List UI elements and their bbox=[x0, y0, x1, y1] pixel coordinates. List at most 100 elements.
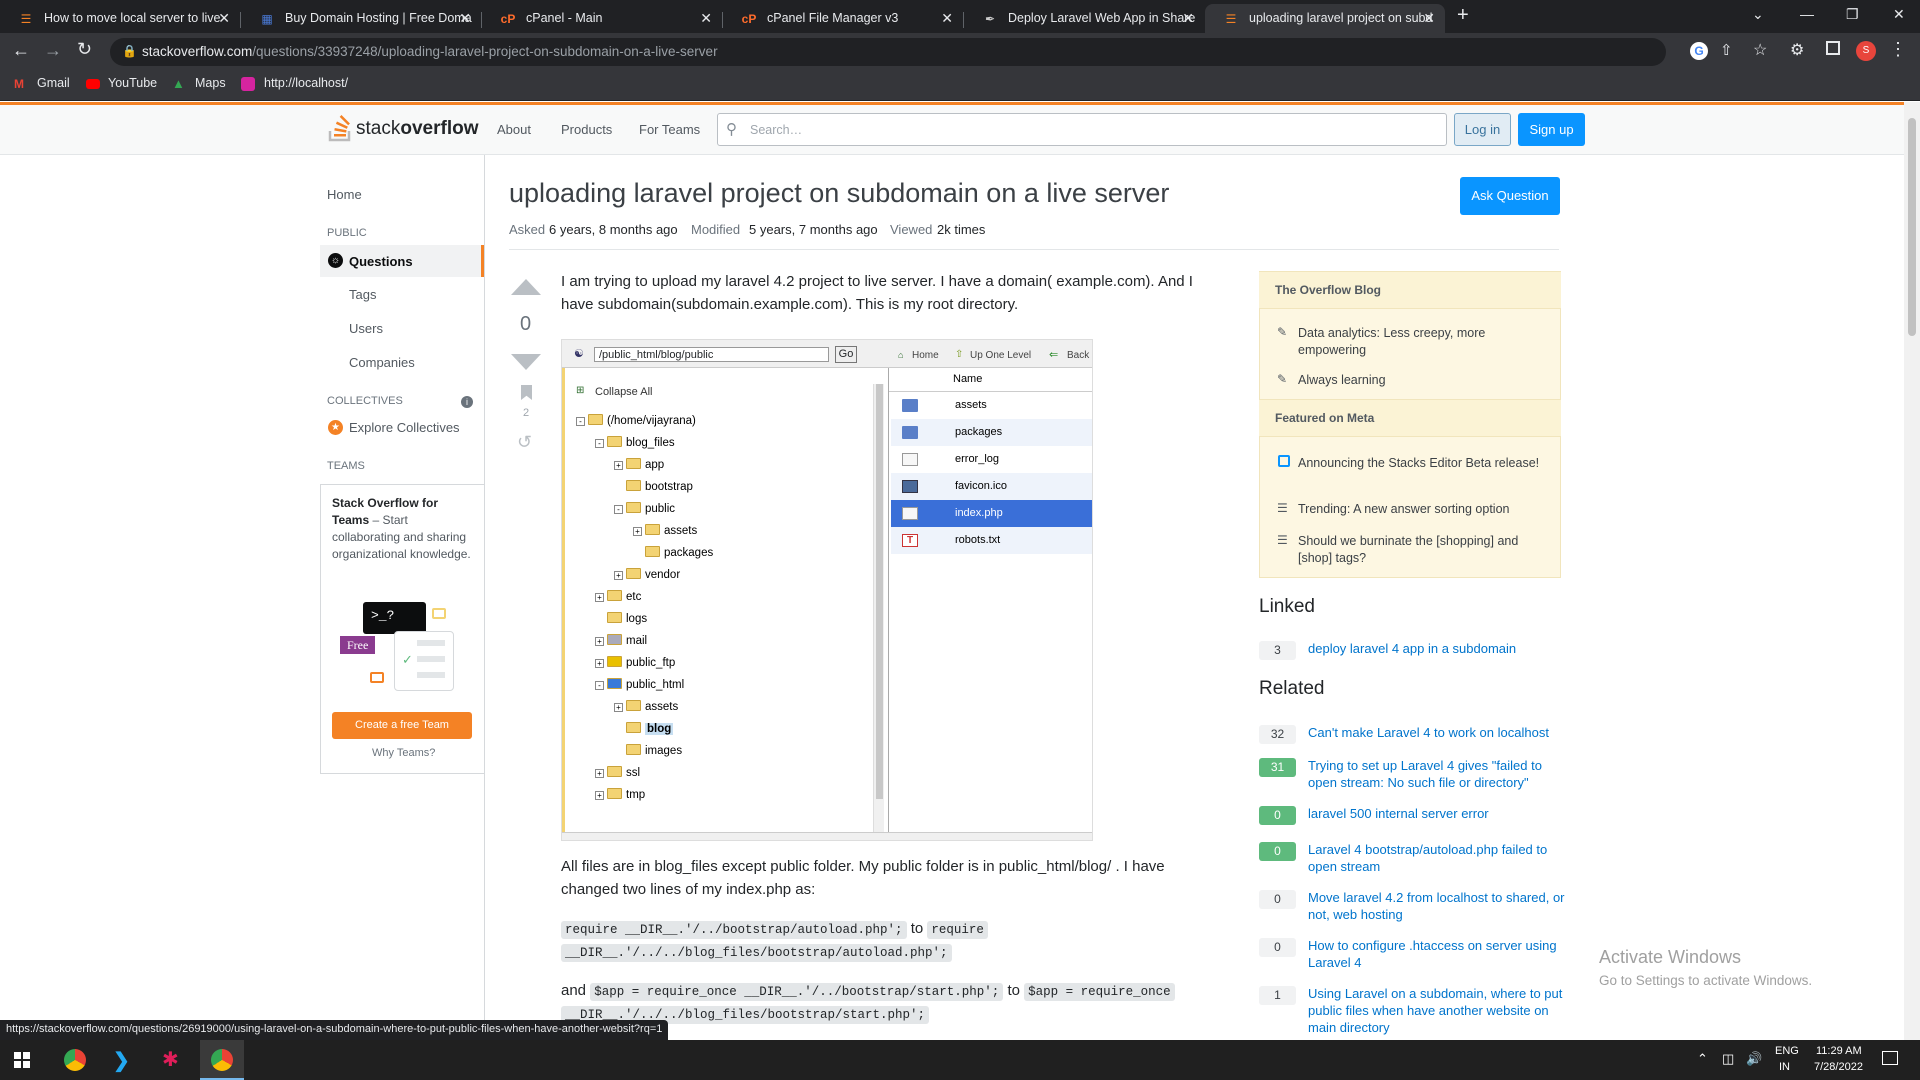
ask-question-button[interactable]: Ask Question bbox=[1460, 177, 1560, 215]
fm-tree-item[interactable]: + assets bbox=[633, 524, 697, 537]
bookmark-maps[interactable]: Maps bbox=[195, 76, 226, 90]
meta-item[interactable]: Should we burninate the [shopping] and [… bbox=[1298, 533, 1553, 567]
chrome-active-task[interactable] bbox=[200, 1040, 244, 1080]
login-button[interactable]: Log in bbox=[1454, 113, 1511, 146]
vscode-icon[interactable]: ❯ bbox=[113, 1048, 130, 1073]
fm-file-row[interactable]: packages bbox=[891, 419, 1092, 446]
browser-tab[interactable]: ✒ Deploy Laravel Web App in Share ✕ bbox=[964, 4, 1204, 33]
nav-home[interactable]: Home bbox=[327, 187, 362, 202]
close-icon[interactable]: ✕ bbox=[941, 10, 953, 27]
fm-scroll-thumb[interactable] bbox=[876, 384, 883, 799]
nav-companies[interactable]: Companies bbox=[349, 355, 415, 370]
nav-users[interactable]: Users bbox=[349, 321, 383, 336]
nav-questions[interactable]: ☼ Questions bbox=[320, 245, 484, 277]
fm-tree-item[interactable]: + mail bbox=[595, 634, 647, 647]
fm-expand-toggle[interactable]: - bbox=[576, 417, 585, 426]
fm-collapse-all[interactable]: Collapse All bbox=[595, 386, 652, 398]
fm-file-row[interactable]: assets bbox=[891, 392, 1092, 419]
meta-item[interactable]: Trending: A new answer sorting option bbox=[1298, 501, 1553, 518]
fm-file-row[interactable]: error_log bbox=[891, 446, 1092, 473]
fm-tree-item[interactable]: + etc bbox=[595, 590, 641, 603]
fm-expand-toggle[interactable]: + bbox=[633, 527, 642, 536]
page-scrollbar[interactable] bbox=[1904, 102, 1920, 1040]
new-tab-button[interactable]: + bbox=[1457, 4, 1469, 27]
upvote-icon[interactable] bbox=[511, 279, 541, 295]
fm-expand-toggle[interactable]: + bbox=[595, 769, 604, 778]
why-teams-link[interactable]: Why Teams? bbox=[372, 747, 435, 759]
share-icon[interactable]: ⇧ bbox=[1720, 41, 1733, 59]
bookmark-gmail[interactable]: Gmail bbox=[37, 76, 70, 90]
nav-products[interactable]: Products bbox=[561, 122, 612, 137]
fm-back-link[interactable]: Back bbox=[1067, 350, 1089, 361]
fm-go-button[interactable]: Go bbox=[835, 346, 857, 363]
extensions-icon[interactable]: ⚙ bbox=[1790, 40, 1804, 60]
clock-time[interactable]: 11:29 AM bbox=[1816, 1045, 1862, 1057]
stackoverflow-logo[interactable]: stackoverflow bbox=[356, 118, 478, 140]
fm-file-row[interactable]: favicon.ico bbox=[891, 473, 1092, 500]
volume-icon[interactable]: 🔊 bbox=[1746, 1051, 1762, 1067]
nav-for-teams[interactable]: For Teams bbox=[639, 122, 700, 137]
restore-icon[interactable]: ❐ bbox=[1846, 6, 1859, 23]
browser-tab[interactable]: ☰ How to move local server to live ✕ bbox=[0, 4, 240, 33]
notifications-icon[interactable] bbox=[1882, 1051, 1898, 1065]
minimize-icon[interactable]: — bbox=[1800, 6, 1814, 22]
nav-explore-collectives[interactable]: Explore Collectives bbox=[349, 420, 460, 435]
close-icon[interactable]: ✕ bbox=[1423, 10, 1435, 27]
related-question-link[interactable]: How to configure .htaccess on server usi… bbox=[1308, 937, 1568, 971]
related-question-link[interactable]: laravel 500 internal server error bbox=[1308, 805, 1568, 822]
fm-home-link[interactable]: Home bbox=[912, 350, 939, 361]
tab-search-icon[interactable]: ⌄ bbox=[1752, 6, 1764, 23]
fm-tree-item[interactable]: images bbox=[614, 744, 682, 757]
fm-file-row[interactable]: Trobots.txt bbox=[891, 527, 1092, 554]
nav-tags[interactable]: Tags bbox=[349, 287, 376, 302]
fm-tree-item[interactable]: + ssl bbox=[595, 766, 640, 779]
close-icon[interactable]: ✕ bbox=[1182, 10, 1194, 27]
fm-name-header[interactable]: Name bbox=[953, 373, 982, 385]
bookmark-icon[interactable] bbox=[521, 385, 532, 400]
related-question-link[interactable]: Using Laravel on a subdomain, where to p… bbox=[1308, 985, 1568, 1036]
fm-tree-item[interactable]: - public_html bbox=[595, 678, 684, 691]
history-icon[interactable]: ↺ bbox=[517, 432, 532, 453]
forward-icon[interactable]: → bbox=[44, 40, 62, 61]
browser-tab[interactable]: cP cPanel File Manager v3 ✕ bbox=[723, 4, 963, 33]
browser-tab-active[interactable]: ☰ uploading laravel project on subd ✕ bbox=[1205, 4, 1445, 33]
related-question-link[interactable]: Laravel 4 bootstrap/autoload.php failed … bbox=[1308, 841, 1568, 875]
question-title[interactable]: uploading laravel project on subdomain o… bbox=[509, 178, 1169, 209]
reload-icon[interactable]: ↻ bbox=[77, 39, 92, 60]
back-icon[interactable]: ← bbox=[12, 40, 30, 61]
related-question-link[interactable]: Can't make Laravel 4 to work on localhos… bbox=[1308, 724, 1568, 741]
fm-expand-toggle[interactable]: + bbox=[614, 571, 623, 580]
related-question-link[interactable]: deploy laravel 4 app in a subdomain bbox=[1308, 640, 1568, 657]
fm-tree-item[interactable]: packages bbox=[633, 546, 713, 559]
page-scroll-thumb[interactable] bbox=[1908, 118, 1916, 336]
fm-file-row[interactable]: index.php bbox=[891, 500, 1092, 527]
browser-tab[interactable]: ▦ Buy Domain Hosting | Free Doma ✕ bbox=[241, 4, 481, 33]
tray-chevron-icon[interactable]: ⌃ bbox=[1697, 1051, 1708, 1067]
nav-about[interactable]: About bbox=[497, 122, 531, 137]
network-icon[interactable]: ◫ bbox=[1722, 1051, 1734, 1067]
close-window-icon[interactable]: ✕ bbox=[1893, 6, 1905, 23]
fm-expand-toggle[interactable]: + bbox=[614, 703, 623, 712]
fm-tree-item[interactable]: blog bbox=[614, 722, 674, 735]
downvote-icon[interactable] bbox=[511, 354, 541, 370]
bookmark-youtube[interactable]: YouTube bbox=[108, 76, 157, 90]
fm-expand-toggle[interactable]: + bbox=[595, 791, 604, 800]
fm-tree-item[interactable]: - (/home/vijayrana) bbox=[576, 414, 696, 427]
fm-expand-toggle[interactable]: - bbox=[595, 681, 604, 690]
google-icon[interactable]: G bbox=[1690, 42, 1708, 60]
fm-path-input[interactable]: /public_html/blog/public bbox=[594, 347, 829, 362]
fm-tree-item[interactable]: logs bbox=[595, 612, 647, 625]
blog-item[interactable]: Always learning bbox=[1298, 372, 1553, 389]
search-input[interactable]: ⚲ Search… bbox=[717, 113, 1447, 146]
fm-tree-item[interactable]: + public_ftp bbox=[595, 656, 675, 669]
chrome-icon[interactable] bbox=[64, 1049, 86, 1071]
menu-icon[interactable]: ⋮ bbox=[1889, 39, 1907, 60]
region-label[interactable]: IN bbox=[1779, 1061, 1790, 1073]
profile-avatar[interactable]: S bbox=[1856, 41, 1876, 61]
fm-tree-item[interactable]: - public bbox=[614, 502, 675, 515]
close-icon[interactable]: ✕ bbox=[700, 10, 712, 27]
fm-expand-toggle[interactable]: + bbox=[595, 593, 604, 602]
slack-icon[interactable]: ✱ bbox=[162, 1047, 179, 1072]
fm-scrollbar[interactable] bbox=[873, 384, 884, 832]
info-icon[interactable]: i bbox=[461, 396, 473, 408]
